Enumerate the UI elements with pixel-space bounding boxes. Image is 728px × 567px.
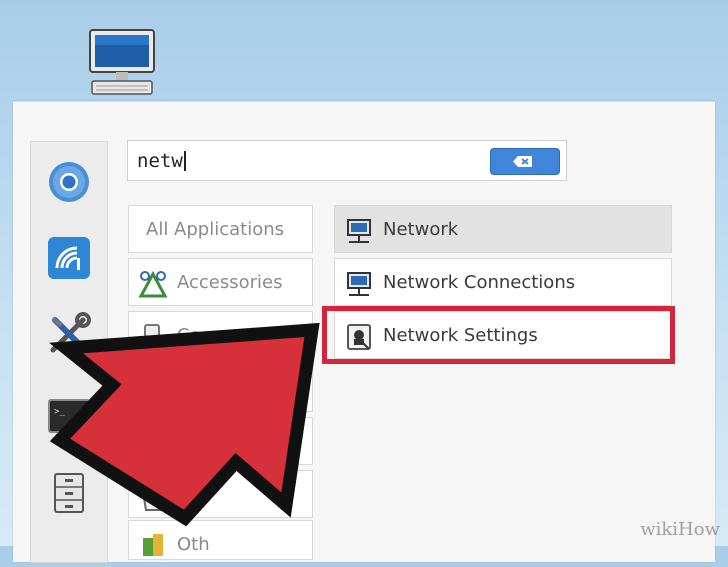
- text-cursor: [183, 151, 186, 171]
- tools-icon[interactable]: [45, 310, 93, 358]
- category-office[interactable]: ice: [128, 470, 313, 518]
- favorites-sidebar: >_: [30, 141, 108, 563]
- category-label: Co: [177, 325, 201, 346]
- configuration-icon: [137, 321, 169, 353]
- network-icon: [345, 217, 373, 245]
- category-configuration[interactable]: Co: [128, 311, 313, 359]
- backspace-clear-icon: [513, 156, 532, 167]
- category-other[interactable]: Oth: [128, 520, 313, 560]
- category-accessories[interactable]: Accessories: [128, 258, 313, 306]
- category-item[interactable]: [128, 364, 313, 412]
- other-icon: [137, 530, 169, 562]
- category-label: Oth: [177, 534, 210, 555]
- network-connections-icon: [345, 270, 373, 298]
- accessories-icon: [137, 268, 169, 300]
- category-item[interactable]: [128, 417, 313, 465]
- file-cabinet-icon[interactable]: [45, 468, 93, 516]
- result-label: Network Connections: [383, 272, 576, 293]
- search-query: netw: [137, 150, 183, 172]
- search-input[interactable]: netw: [127, 140, 567, 181]
- office-icon: [137, 480, 169, 512]
- watermark: wikiHow: [640, 519, 720, 540]
- chrome-icon[interactable]: [45, 158, 93, 206]
- svg-text:>_: >_: [54, 407, 65, 417]
- wireless-icon[interactable]: [45, 234, 93, 282]
- category-label: Accessories: [177, 272, 283, 293]
- category-label: All Applications: [146, 219, 284, 240]
- computer-desktop-icon[interactable]: [86, 28, 158, 98]
- result-network-connections[interactable]: Network Connections: [334, 258, 672, 306]
- highlight-box: [322, 306, 675, 364]
- result-network[interactable]: Network: [334, 205, 672, 253]
- clear-search-button[interactable]: [490, 148, 560, 175]
- result-label: Network: [383, 219, 459, 240]
- category-all-applications[interactable]: All Applications: [128, 205, 313, 253]
- terminal-icon[interactable]: >_: [45, 392, 93, 440]
- category-label: ice: [177, 484, 203, 505]
